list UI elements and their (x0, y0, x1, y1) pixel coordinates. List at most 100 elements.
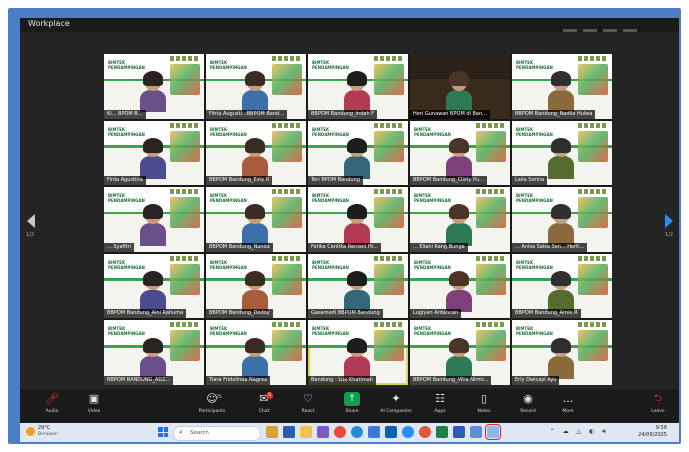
participant-tile[interactable]: BIMTEK PENDAMPINGAN BBPOM Bandung_Esty R (206, 120, 306, 186)
title-bar: Workplace (20, 18, 679, 32)
participant-tile[interactable]: BIMTEK PENDAMPINGAN BBPOM Bandung_Dodoy (206, 253, 306, 319)
participant-tile[interactable]: BIMTEK PENDAMPINGAN Lugiyan Ardancan (410, 253, 510, 319)
app-icon[interactable] (470, 426, 482, 438)
leave-button[interactable]: ⮌ Leave (643, 392, 673, 420)
notes-icon: ▯ (480, 392, 488, 405)
participant-tile[interactable]: BIMTEK PENDAMPINGAN Laila Sorina (512, 120, 612, 186)
banner-text: BIMTEK PENDAMPINGAN (312, 60, 349, 70)
chrome-icon[interactable] (334, 426, 346, 438)
background-art (170, 64, 200, 95)
participant-tile[interactable]: BIMTEK PENDAMPINGAN ... Syafitri (104, 187, 204, 252)
chat-button[interactable]: ✉ 5 Chat (242, 392, 286, 420)
store-icon[interactable] (368, 426, 380, 438)
participant-tile[interactable]: BIMTEK PENDAMPINGAN Tiara Fridolinda Nagr… (206, 320, 306, 385)
excel-icon[interactable] (436, 426, 448, 438)
more-icon: … (562, 392, 574, 405)
participant-name: BBPOM BANDUNG_ADZ... (104, 375, 174, 385)
system-tray[interactable]: ⌃ ☁ △ ◐ 🔊︎ (550, 428, 609, 436)
participant-name: BBPOM Bandung_Aini Rahuma (104, 309, 187, 319)
banner-text: BIMTEK PENDAMPINGAN (516, 60, 553, 70)
participant-tile[interactable]: BIMTEK PENDAMPINGAN BBPOM Bandung_Aini Ra… (104, 253, 204, 319)
participant-tile[interactable]: BIMTEK PENDAMPINGAN BBPOM BANDUNG_ADZ... (104, 320, 204, 385)
logo-strip-icon (170, 56, 200, 61)
participant-video (140, 71, 166, 113)
taskbar-clock[interactable]: 9:56 24/09/2025 (627, 425, 667, 439)
apps-button[interactable]: ☷ Apps (418, 392, 462, 420)
previous-page-arrow-icon[interactable] (27, 214, 35, 228)
colorful-app-icon[interactable] (266, 426, 278, 438)
participant-video (344, 204, 370, 246)
taskbar-search-input[interactable]: ⌕ Search (173, 426, 261, 441)
word-icon[interactable] (453, 426, 465, 438)
logo-strip-icon (272, 189, 302, 195)
participant-tile[interactable]: BIMTEK PENDAMPINGAN BBPOM Bandung_Nadila … (512, 54, 612, 119)
page-indicator-left: 1/2 (26, 232, 35, 238)
participant-tile[interactable]: BIMTEK PENDAMPINGAN Bandung - Luu Khatima… (308, 320, 408, 385)
more-button[interactable]: … More (546, 392, 590, 420)
banner-text: BIMTEK PENDAMPINGAN (414, 126, 451, 137)
participant-tile[interactable]: BIMTEK PENDAMPINGAN ... Eliani Kang Bunga (410, 187, 510, 252)
outlook-icon[interactable] (385, 426, 397, 438)
title-bar-controls[interactable] (557, 20, 667, 32)
share-arrow-icon: ↑ (344, 392, 360, 406)
banner-text: BIMTEK PENDAMPINGAN (312, 193, 349, 204)
participant-video (446, 204, 472, 246)
participant-tile[interactable]: BIMTEK PENDAMPINGAN BBPOM Bandung_Vitia N… (410, 320, 510, 385)
participant-video (548, 71, 574, 113)
notes-button[interactable]: ▯ Notes (462, 392, 506, 420)
participant-tile[interactable]: BIMTEK PENDAMPINGAN Fitria Augusti...BBPO… (206, 54, 306, 119)
participant-tile[interactable]: BIMTEK PENDAMPINGAN ... Anisa Salsa Sen..… (512, 187, 612, 252)
logo-strip-icon (170, 322, 200, 328)
active-app-icon[interactable] (485, 424, 501, 440)
logo-strip-icon (578, 122, 608, 128)
file-explorer-icon[interactable] (300, 426, 312, 438)
participant-tile[interactable]: BIMTEK PENDAMPINGAN BBPOM Bandung_Arnie R (512, 253, 612, 319)
next-page-arrow-icon[interactable] (665, 214, 673, 228)
participant-tile[interactable]: BIMTEK PENDAMPINGANHeri Gunawan BPOM di … (410, 54, 510, 119)
participant-tile[interactable]: BIMTEK PENDAMPINGAN Fatika Cantika Renian… (308, 187, 408, 252)
zoom-icon[interactable] (402, 426, 414, 438)
banner-text: BIMTEK PENDAMPINGAN (312, 326, 349, 337)
participant-tile[interactable]: BIMTEK PENDAMPINGAN BBPOM Bandung_Clisty … (410, 120, 510, 186)
banner-text: BIMTEK PENDAMPINGAN (516, 259, 553, 270)
edge-icon[interactable] (351, 426, 363, 438)
participant-video (446, 137, 472, 179)
teams-icon[interactable] (317, 426, 329, 438)
participant-tile[interactable]: BIMTEK PENDAMPINGAN Firda Agustina (104, 120, 204, 186)
participant-tile[interactable]: BIMTEK PENDAMPINGAN Ki... BPOM B... (104, 54, 204, 119)
record-button[interactable]: ◉ Record (506, 392, 550, 420)
participant-tile[interactable]: BIMTEK PENDAMPINGAN Teri BPOM Bandung (308, 120, 408, 186)
sun-icon (26, 427, 35, 436)
pinned-app-icon[interactable] (283, 426, 295, 438)
logo-strip-icon (476, 322, 506, 328)
participant-tile[interactable]: BIMTEK PENDAMPINGAN BBPOM Bandung_Indah F (308, 54, 408, 119)
participant-name: BBPOM Bandung_Nadila Hulwa (512, 109, 596, 119)
heart-icon: ♡ (303, 392, 313, 405)
audio-button[interactable]: 🎤︎ Audio (30, 392, 74, 420)
weather-widget[interactable]: 29°C Berawan (26, 425, 76, 440)
participant-tile[interactable]: BIMTEK PENDAMPINGAN Gasamedi BBPOM Bandun… (308, 253, 408, 319)
participants-count: 35 (216, 395, 222, 400)
background-art (374, 130, 404, 162)
banner-text: BIMTEK PENDAMPINGAN (312, 126, 349, 137)
participant-tile[interactable]: BIMTEK PENDAMPINGAN BBPOM Bandung_Nanda (206, 187, 306, 252)
participant-video (548, 137, 574, 179)
banner-text: BIMTEK PENDAMPINGAN (516, 193, 553, 204)
background-art (272, 197, 302, 229)
logo-strip-icon (374, 56, 404, 61)
video-button[interactable]: ▣ Video (72, 392, 116, 420)
participant-video (140, 270, 166, 313)
share-button[interactable]: ↑ Share (330, 392, 374, 420)
logo-strip-icon (374, 189, 404, 195)
participant-tile[interactable]: BIMTEK PENDAMPINGAN Erly Dwicayi Ayu (512, 320, 612, 385)
background-art (272, 330, 302, 362)
react-button[interactable]: ♡ React (286, 392, 330, 420)
banner-text: BIMTEK PENDAMPINGAN (108, 60, 145, 70)
participants-button[interactable]: ☺ 35 Participants (190, 392, 234, 420)
background-art (578, 197, 608, 229)
photos-icon[interactable] (419, 426, 431, 438)
windows-start-icon[interactable] (158, 427, 168, 437)
participant-video (548, 270, 574, 313)
logo-strip-icon (170, 189, 200, 195)
ai-companion-button[interactable]: ✦ AI Companion (374, 392, 418, 420)
